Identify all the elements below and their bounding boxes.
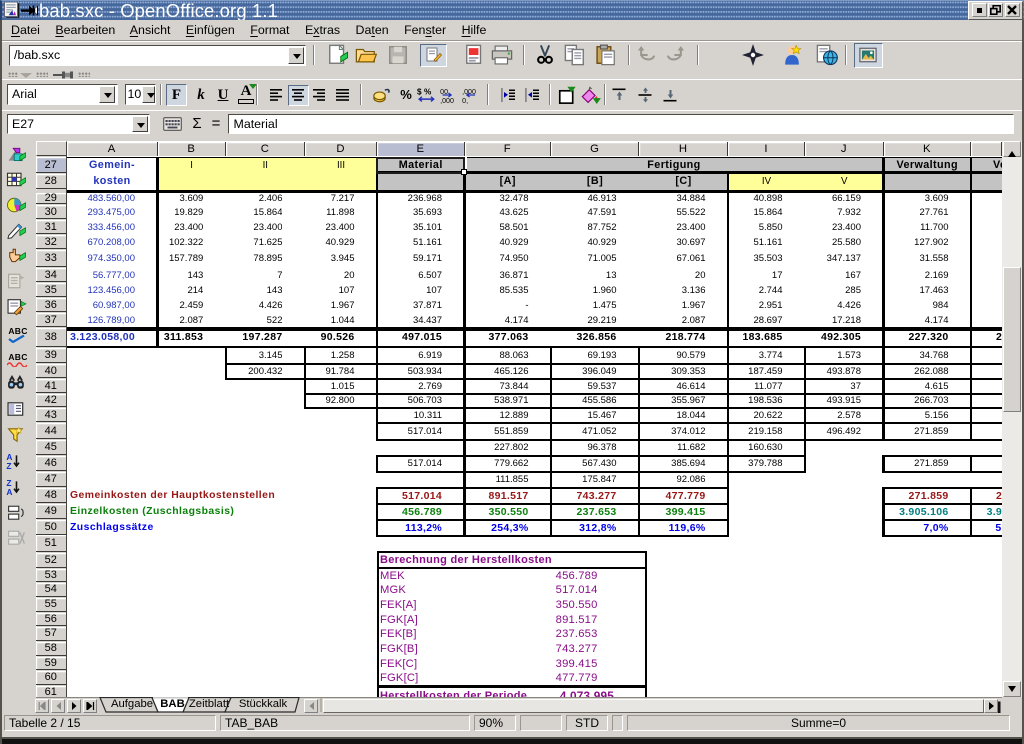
svg-text:,000: ,000 bbox=[440, 98, 454, 104]
svg-text:%: % bbox=[424, 87, 432, 96]
svg-text:A: A bbox=[6, 487, 12, 496]
svg-text:Z: Z bbox=[6, 461, 11, 470]
svg-text:$: $ bbox=[417, 87, 422, 96]
svg-text:0,: 0, bbox=[462, 98, 468, 104]
